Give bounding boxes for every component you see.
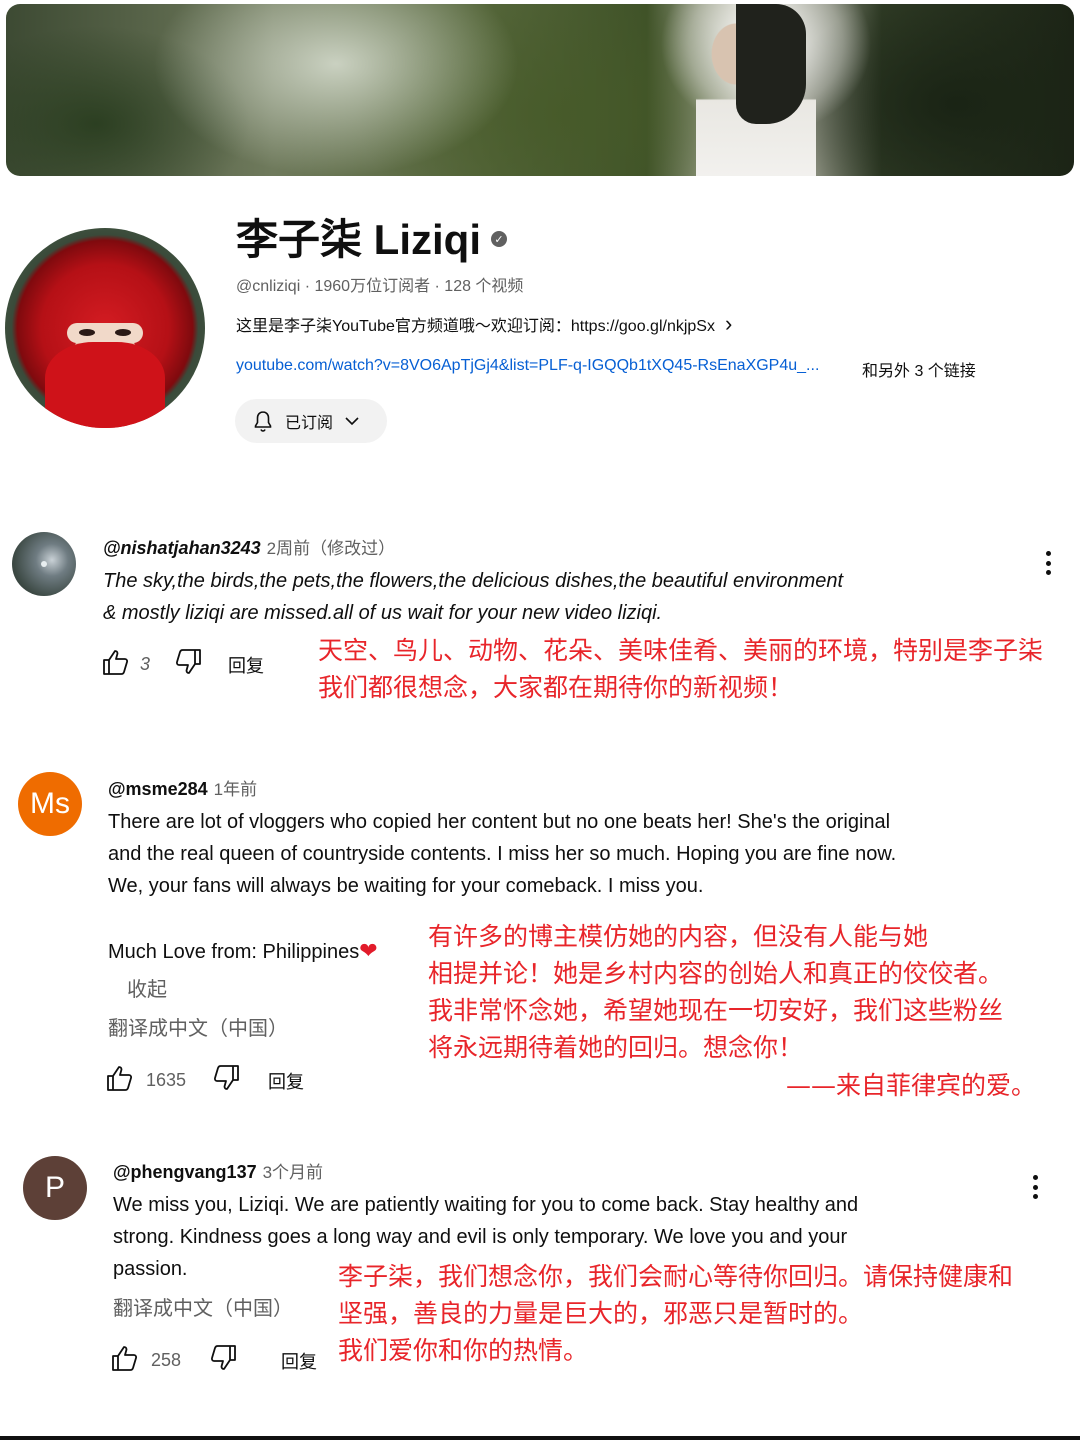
- comment-avatar[interactable]: [12, 532, 76, 596]
- chevron-down-icon: [343, 412, 361, 430]
- subscribed-button[interactable]: 已订阅: [235, 399, 387, 443]
- more-links[interactable]: 和另外 3 个链接: [862, 357, 976, 381]
- comment-actions: 3 回复: [100, 646, 264, 683]
- verified-icon: ✓: [491, 231, 507, 247]
- comment-actions: 258 回复: [109, 1342, 317, 1379]
- comment-author[interactable]: @phengvang137 3个月前: [113, 1158, 323, 1183]
- translation-annotation: 李子柒，我们想念你，我们会耐心等待你回归。请保持健康和 坚强，善良的力量是巨大的…: [338, 1262, 1014, 1365]
- comment-extra-line: Much Love from: Philippines❤: [108, 938, 378, 963]
- channel-description-text: 这里是李子柒YouTube官方频道哦～欢迎订阅：https://goo.gl/n…: [236, 318, 715, 335]
- channel-banner: [6, 4, 1074, 176]
- translation-annotation: 有许多的博主模仿她的内容，但没有人能与她 相提并论！她是乡村内容的创始人和真正的…: [428, 922, 1004, 1062]
- banner-hair: [736, 4, 806, 124]
- translate-button[interactable]: 翻译成中文（中国）: [108, 1013, 288, 1045]
- thumb-up-icon[interactable]: [100, 646, 132, 683]
- comment-avatar[interactable]: Ms: [18, 772, 82, 836]
- thumb-down-icon[interactable]: [210, 1062, 242, 1099]
- comment-time: 1年前: [213, 780, 258, 799]
- like-count: 1635: [146, 1070, 187, 1090]
- translation-annotation: 天空、鸟儿、动物、花朵、美味佳肴、美丽的环境，特别是李子柒 我们都很想念，大家都…: [318, 636, 1044, 702]
- comment-author[interactable]: @nishatjahan3243 2周前（修改过）: [103, 534, 395, 559]
- collapse-button[interactable]: 收起: [127, 974, 167, 1006]
- channel-title: 李子柒 Liziqi ✓: [236, 210, 507, 263]
- comment-time: 2周前（修改过）: [266, 539, 396, 558]
- reply-button[interactable]: 回复: [268, 1068, 304, 1094]
- thumb-down-icon[interactable]: [172, 646, 204, 683]
- more-vert-icon[interactable]: [1023, 1172, 1047, 1202]
- translation-annotation-signature: ——来自菲律宾的爱。: [786, 1071, 1037, 1100]
- like-count: 258: [151, 1350, 182, 1370]
- comment-text: There are lot of vloggers who copied her…: [108, 811, 897, 897]
- thumb-down-icon[interactable]: [207, 1342, 239, 1379]
- subscribed-label: 已订阅: [285, 415, 334, 432]
- reply-button[interactable]: 回复: [281, 1348, 317, 1374]
- channel-description[interactable]: 这里是李子柒YouTube官方频道哦～欢迎订阅：https://goo.gl/n…: [236, 312, 732, 336]
- bottom-border: [0, 1436, 1080, 1440]
- like-count: 3: [140, 654, 151, 674]
- translate-button[interactable]: 翻译成中文（中国）: [113, 1293, 293, 1325]
- comment-avatar[interactable]: P: [23, 1156, 87, 1220]
- channel-name: 李子柒 Liziqi: [236, 215, 481, 263]
- comment-actions: 1635 回复: [104, 1062, 304, 1099]
- comment-author[interactable]: @msme284 1年前: [108, 775, 257, 800]
- comment-time: 3个月前: [262, 1163, 324, 1182]
- thumb-up-icon[interactable]: [109, 1342, 141, 1379]
- thumb-up-icon[interactable]: [104, 1062, 136, 1099]
- more-vert-icon[interactable]: [1036, 548, 1060, 578]
- channel-meta: @cnliziqi · 1960万位订阅者 · 128 个视频: [236, 278, 524, 295]
- comment-text: The sky,the birds,the pets,the flowers,t…: [103, 570, 844, 624]
- chevron-right-icon[interactable]: ›: [725, 313, 732, 335]
- channel-link[interactable]: youtube.com/watch?v=8VO6ApTjGj4&list=PLF…: [236, 357, 850, 381]
- channel-avatar[interactable]: [5, 228, 205, 428]
- bell-icon: [251, 409, 275, 433]
- heart-icon: ❤: [359, 938, 378, 963]
- reply-button[interactable]: 回复: [228, 652, 264, 678]
- channel-links: youtube.com/watch?v=8VO6ApTjGj4&list=PLF…: [236, 357, 976, 381]
